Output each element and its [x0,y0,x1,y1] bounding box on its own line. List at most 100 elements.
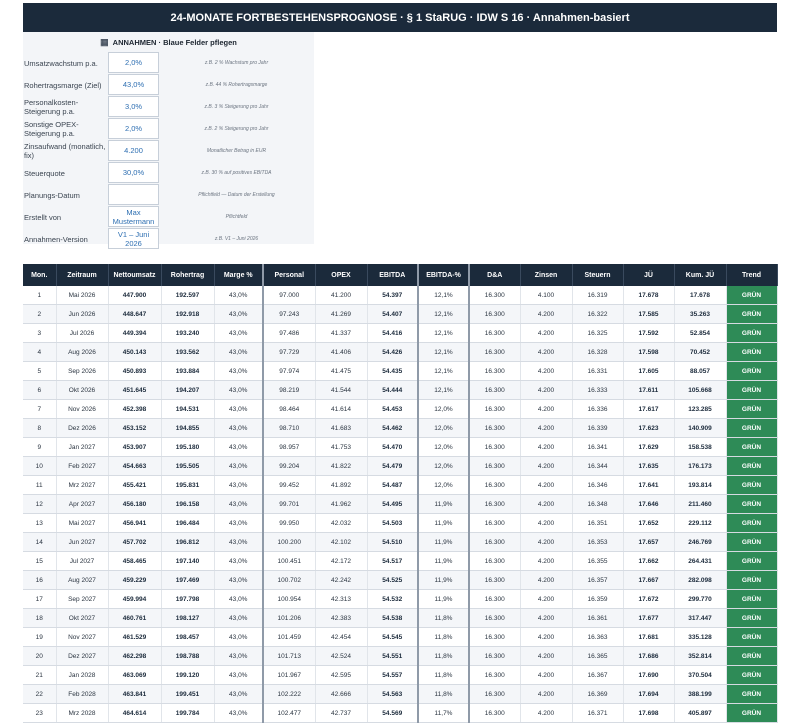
table-cell-ebitda: 54.444 [367,380,419,400]
column-header-cumulative-net-income[interactable]: Kum. JÜ [674,264,727,286]
table-cell-gross-profit: 193.562 [161,342,215,362]
assumption-input[interactable]: 2,0% [108,118,159,139]
table-cell-cumulative-net-income: 352.814 [674,646,727,666]
table-cell-month-number: 16 [23,570,57,590]
table-cell-ebitda: 54.525 [367,570,419,590]
table-cell-depreciation: 16.300 [469,380,521,400]
trend-badge: GRÜN [726,551,778,571]
table-row: 5 Sep 2026 450.893 193.884 43,0% 97.974 41.475… [23,361,778,381]
column-header-margin[interactable]: Marge % [214,264,264,286]
table-cell-depreciation: 16.300 [469,418,521,438]
column-header-depreciation[interactable]: D&A [469,264,521,286]
table-cell-opex: 41.544 [315,380,368,400]
assumption-row: Sonstige OPEX-Steigerung p.a. 2,0% z.B. 2 … [23,118,314,140]
column-header-taxes[interactable]: Steuern [572,264,624,286]
table-cell-ebitda-percent: 12,0% [418,456,470,476]
assumption-input[interactable] [108,184,159,205]
table-cell-net-income: 17.667 [623,570,675,590]
column-header-personnel[interactable]: Personal [263,264,316,286]
table-cell-depreciation: 16.300 [469,703,521,723]
table-cell-interest: 4.200 [520,551,573,571]
column-header-interest[interactable]: Zinsen [520,264,573,286]
table-cell-personnel: 100.954 [263,589,316,609]
assumption-note: z.B. V1 – Juni 2026 [214,236,259,242]
table-cell-taxes: 16.339 [572,418,624,438]
column-header-period[interactable]: Zeitraum [56,264,109,286]
table-cell-net-revenue: 451.645 [108,380,162,400]
table-cell-period: Nov 2026 [56,399,109,419]
table-cell-margin: 43,0% [214,399,264,419]
assumption-input[interactable]: V1 – Juni 2026 [108,228,159,249]
table-cell-interest: 4.200 [520,380,573,400]
assumptions-panel: ▦ ANNAHMEN · Blaue Felder pflegen Umsatz… [23,32,314,249]
table-cell-cumulative-net-income: 17.678 [674,286,727,305]
table-cell-month-number: 3 [23,323,57,343]
table-cell-ebitda-percent: 12,1% [418,286,470,305]
table-cell-net-revenue: 449.394 [108,323,162,343]
table-cell-personnel: 100.702 [263,570,316,590]
table-cell-ebitda-percent: 12,1% [418,342,470,362]
table-cell-depreciation: 16.300 [469,323,521,343]
table-cell-opex: 42.524 [315,646,368,666]
table-cell-taxes: 16.333 [572,380,624,400]
column-header-ebitda[interactable]: EBITDA [367,264,419,286]
table-cell-opex: 41.406 [315,342,368,362]
grid-icon: ▦ [100,36,109,47]
table-cell-margin: 43,0% [214,380,264,400]
table-cell-margin: 43,0% [214,703,264,723]
table-cell-net-income: 17.592 [623,323,675,343]
column-header-net-income[interactable]: JÜ [623,264,675,286]
table-cell-period: Feb 2027 [56,456,109,476]
assumption-input[interactable]: 30,0% [108,162,159,183]
trend-badge: GRÜN [726,589,778,609]
assumption-input[interactable]: 3,0% [108,96,159,117]
table-cell-opex: 41.269 [315,304,368,324]
column-header-ebitda-percent[interactable]: EBITDA-% [418,264,470,286]
table-cell-cumulative-net-income: 158.538 [674,437,727,457]
table-cell-taxes: 16.355 [572,551,624,571]
column-header-month-number[interactable]: Mon. [23,264,57,286]
table-cell-interest: 4.200 [520,627,573,647]
assumption-note: z.B. 2 % Wachstum pro Jahr [204,60,269,66]
table-cell-cumulative-net-income: 264.431 [674,551,727,571]
table-cell-ebitda-percent: 11,9% [418,494,470,514]
assumption-input[interactable]: 4.200 [108,140,159,161]
assumption-label: Erstellt von [24,212,62,222]
table-row: 9 Jan 2027 453.907 195.180 43,0% 98.957 41.753… [23,437,778,457]
table-cell-personnel: 100.200 [263,532,316,552]
table-cell-taxes: 16.367 [572,665,624,685]
table-row: 8 Dez 2026 453.152 194.855 43,0% 98.710 41.683… [23,418,778,438]
column-header-net-revenue[interactable]: Nettoumsatz [108,264,162,286]
table-cell-gross-profit: 197.469 [161,570,215,590]
table-cell-depreciation: 16.300 [469,532,521,552]
trend-badge: GRÜN [726,399,778,419]
column-header-opex[interactable]: OPEX [315,264,368,286]
table-cell-ebitda: 54.462 [367,418,419,438]
table-cell-net-income: 17.635 [623,456,675,476]
table-cell-gross-profit: 194.531 [161,399,215,419]
table-cell-margin: 43,0% [214,513,264,533]
trend-badge: GRÜN [726,703,778,723]
table-cell-cumulative-net-income: 211.460 [674,494,727,514]
table-cell-personnel: 100.451 [263,551,316,571]
table-cell-period: Sep 2026 [56,361,109,381]
assumption-input[interactable]: 2,0% [108,52,159,73]
assumption-label: Umsatzwachstum p.a. [24,58,98,68]
table-cell-opex: 42.454 [315,627,368,647]
assumption-input[interactable]: 43,0% [108,74,159,95]
table-cell-gross-profit: 196.158 [161,494,215,514]
table-cell-cumulative-net-income: 70.452 [674,342,727,362]
table-cell-cumulative-net-income: 370.504 [674,665,727,685]
assumption-label: Planungs-Datum [24,190,80,200]
table-row: 14 Jun 2027 457.702 196.812 43,0% 100.200 42.1… [23,532,778,552]
table-cell-opex: 41.475 [315,361,368,381]
column-header-gross-profit[interactable]: Rohertrag [161,264,215,286]
table-cell-taxes: 16.351 [572,513,624,533]
table-cell-net-income: 17.646 [623,494,675,514]
table-cell-net-income: 17.677 [623,608,675,628]
table-cell-interest: 4.200 [520,456,573,476]
assumption-input[interactable]: Max Mustermann [108,206,159,227]
column-header-trend[interactable]: Trend [726,264,778,286]
table-cell-net-income: 17.686 [623,646,675,666]
table-row: 16 Aug 2027 459.229 197.469 43,0% 100.702 42.2… [23,570,778,590]
